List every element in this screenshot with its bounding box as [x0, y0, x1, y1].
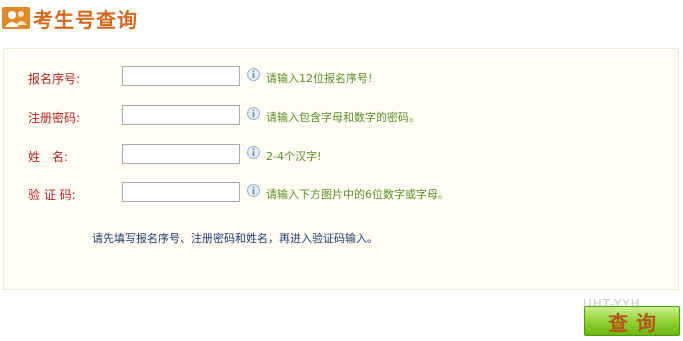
captcha-label: 验 证 码: — [28, 188, 76, 202]
registration-number-hint: 请输入12位报名序号! — [266, 72, 373, 85]
name-label: 姓 名: — [28, 150, 69, 164]
password-label: 注册密码: — [28, 111, 81, 125]
captcha-hint: 请输入下方图片中的6位数字或字母。 — [266, 188, 449, 201]
name-hint: 2-4个汉字! — [266, 150, 322, 163]
form-row-name: 姓 名: 2-4个汉字! — [4, 144, 680, 168]
query-button[interactable]: 查询 — [584, 306, 680, 336]
password-hint: 请输入包含字母和数字的密码。 — [266, 111, 420, 124]
page-title: 考生号查询 — [33, 8, 138, 32]
name-input[interactable] — [122, 144, 240, 164]
captcha-input[interactable] — [122, 182, 240, 202]
info-icon — [247, 107, 260, 120]
form-instruction: 请先填写报名序号、注册密码和姓名，再进入验证码输入。 — [92, 232, 378, 245]
password-input[interactable] — [122, 105, 240, 125]
form-row-captcha: 验 证 码: 请输入下方图片中的6位数字或字母。 — [4, 182, 680, 206]
form-row-registration-number: 报名序号: 请输入12位报名序号! — [4, 66, 680, 90]
info-icon — [247, 146, 260, 159]
user-group-icon — [2, 7, 30, 29]
form-row-password: 注册密码: 请输入包含字母和数字的密码。 — [4, 105, 680, 129]
info-icon — [247, 184, 260, 197]
info-icon — [247, 68, 260, 81]
registration-number-input[interactable] — [122, 66, 240, 86]
query-form-panel: 报名序号: 请输入12位报名序号! 注册密码: 请输入包含字母和数字的密码。 姓… — [3, 48, 679, 290]
registration-number-label: 报名序号: — [28, 72, 81, 86]
page-header: 考生号查询 — [0, 0, 683, 36]
